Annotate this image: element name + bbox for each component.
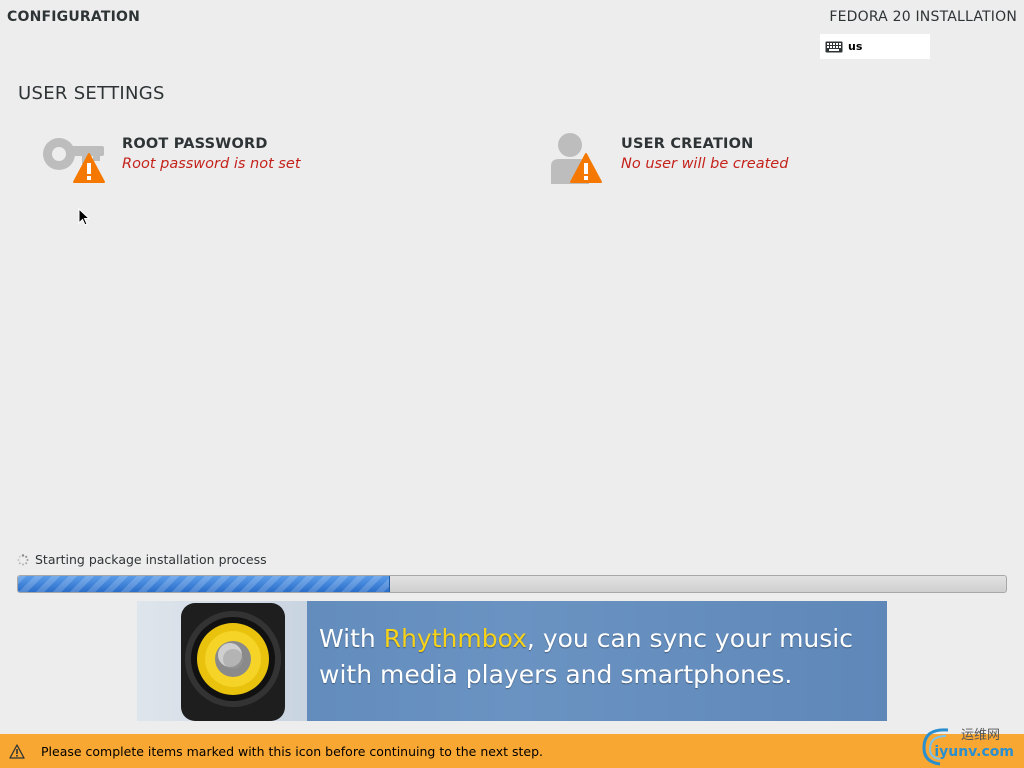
user-creation-icon (539, 132, 605, 188)
installation-title: FEDORA 20 INSTALLATION (829, 9, 1017, 25)
warning-icon (570, 153, 602, 183)
user-creation-title: USER CREATION (621, 136, 754, 152)
watermark-top-text: 运维网 (960, 728, 1000, 743)
site-watermark: 运维网 iyunv.com (918, 724, 1018, 766)
footer-message: Please complete items marked with this i… (41, 743, 544, 759)
root-password-spoke[interactable]: ROOT PASSWORD Root password is not set (40, 132, 301, 188)
keyboard-layout-indicator[interactable]: us (820, 34, 930, 59)
progress-bar-fill (18, 576, 390, 592)
root-password-icon (40, 132, 106, 188)
speaker-icon (181, 603, 285, 721)
configuration-title: CONFIGURATION (7, 9, 141, 25)
spinner-icon (17, 553, 29, 565)
root-password-status: Root password is not set (122, 156, 301, 172)
keyboard-layout-label: us (848, 40, 863, 53)
progress-message: Starting package installation process (35, 552, 267, 567)
user-creation-status: No user will be created (621, 156, 789, 172)
user-settings-heading: USER SETTINGS (18, 83, 165, 104)
mouse-cursor-icon (78, 208, 90, 226)
installation-progress-bar (17, 575, 1007, 593)
warning-icon (73, 153, 105, 183)
root-password-title: ROOT PASSWORD (122, 136, 268, 152)
warning-icon (9, 743, 25, 759)
banner-line-2: with media players and smartphones. (319, 660, 793, 689)
watermark-bottom-text: iyunv.com (934, 744, 1014, 760)
user-creation-spoke[interactable]: USER CREATION No user will be created (539, 132, 788, 188)
warning-footer-bar: Please complete items marked with this i… (0, 734, 1024, 768)
banner-line1-pre: With (319, 624, 384, 653)
keyboard-icon (825, 41, 843, 52)
banner-line-1: With Rhythmbox, you can sync your music (319, 621, 853, 657)
banner-line1-post: , you can sync your music (526, 624, 853, 653)
progress-status: Starting package installation process (17, 552, 267, 567)
rhythmbox-ad-banner: With Rhythmbox, you can sync your music … (137, 601, 887, 721)
banner-message: With Rhythmbox, you can sync your music … (319, 621, 853, 693)
banner-rhythmbox-highlight: Rhythmbox (383, 624, 527, 653)
